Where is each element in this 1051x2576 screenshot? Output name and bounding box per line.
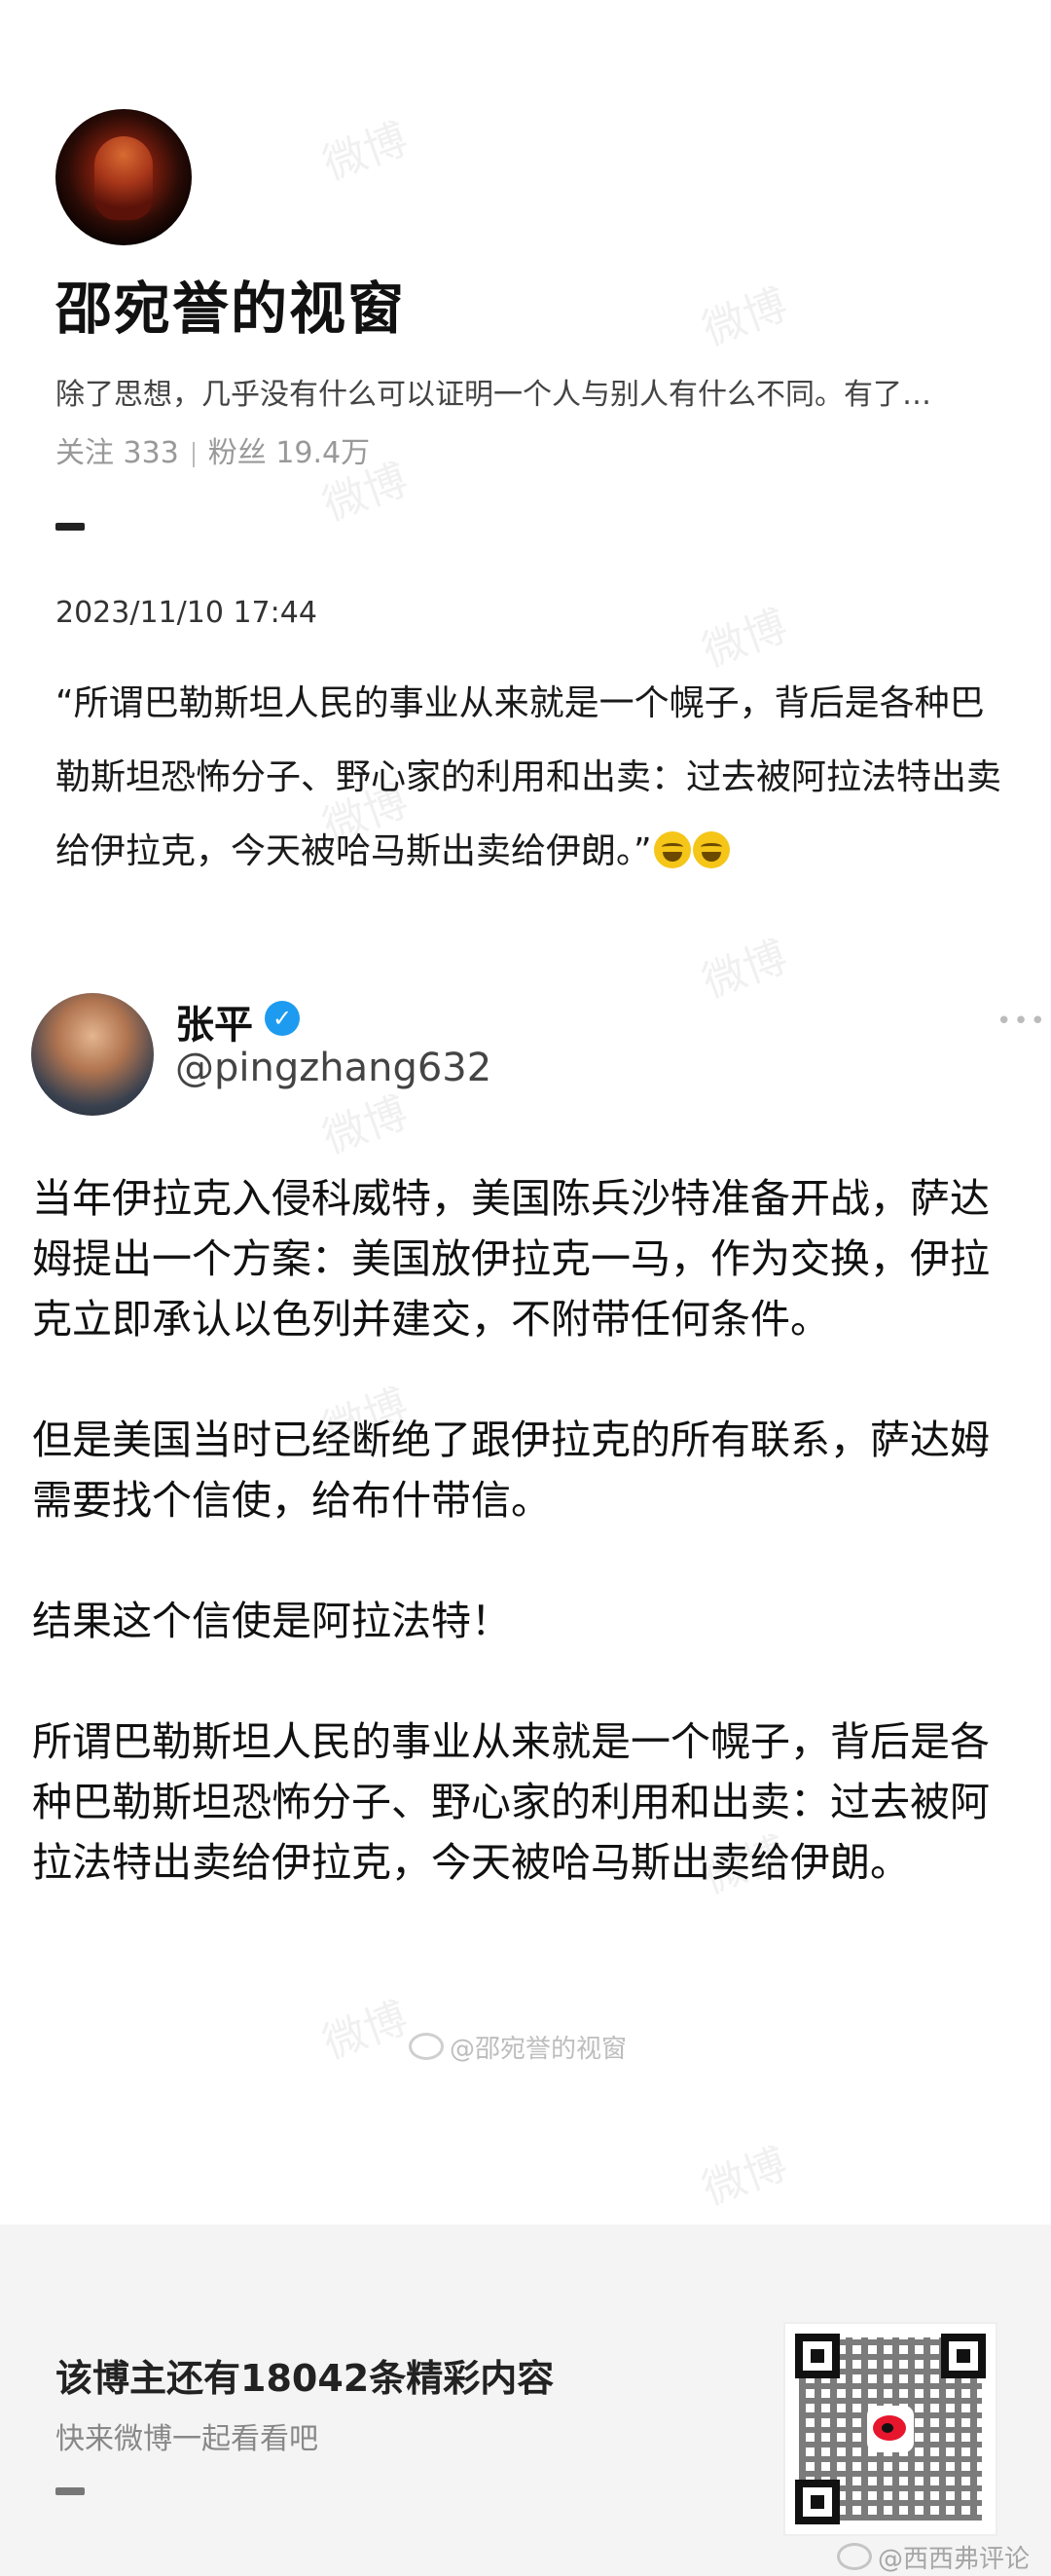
post-text: “所谓巴勒斯坦人民的事业从来就是一个幌子，背后是各种巴勒斯坦恐怖分子、野心家的利… <box>55 667 1009 889</box>
divider-dash <box>55 2487 85 2495</box>
tweet-paragraph: 所谓巴勒斯坦人民的事业从来就是一个幌子，背后是各种巴勒斯坦恐怖分子、野心家的利用… <box>32 1718 990 1886</box>
qr-finder <box>795 2480 840 2524</box>
divider <box>192 441 195 467</box>
watermark-credit: @邵宛誉的视窗 <box>409 2029 627 2065</box>
fans-count[interactable]: 粉丝 19.4万 <box>208 436 370 470</box>
watermark: 微博 <box>696 279 794 356</box>
watermark-credit-text: @邵宛誉的视窗 <box>450 2035 628 2064</box>
tweet-author-avatar[interactable] <box>31 993 154 1116</box>
footer-credit: @西西弗评论 <box>837 2539 1030 2575</box>
tweet-paragraph: 结果这个信使是阿拉法特！ <box>32 1598 511 1644</box>
post-text-body: “所谓巴勒斯坦人民的事业从来就是一个幌子，背后是各种巴勒斯坦恐怖分子、野心家的利… <box>55 683 1002 871</box>
watermark: 微博 <box>316 1993 415 2070</box>
qr-code[interactable] <box>783 2322 997 2536</box>
divider-dash <box>55 523 85 531</box>
qr-finder <box>941 2334 986 2378</box>
watermark: 微博 <box>696 601 794 678</box>
avatar-figure <box>94 136 153 220</box>
weibo-logo-icon <box>837 2543 872 2570</box>
watermark: 微博 <box>696 2139 794 2216</box>
weibo-logo-icon <box>867 2406 914 2452</box>
verified-check-icon: ✓ <box>265 1001 300 1036</box>
weibo-logo-icon <box>409 2033 444 2060</box>
profile-avatar[interactable] <box>55 109 192 245</box>
footer-title[interactable]: 该博主还有18042条精彩内容 <box>55 2348 554 2402</box>
tweet-paragraph: 但是美国当时已经断绝了跟伊拉克的所有联系，萨达姆需要找个信使，给布什带信。 <box>32 1417 990 1524</box>
laugh-cry-emoji-icon <box>692 831 730 868</box>
more-options-icon[interactable]: ••• <box>997 1007 1047 1036</box>
profile-stats: 关注 333 粉丝 19.4万 <box>55 428 370 471</box>
tweet-author-name[interactable]: 张平 <box>175 993 253 1049</box>
profile-bio: 除了思想，几乎没有什么可以证明一个人与别人有什么不同。有了… <box>55 378 931 412</box>
watermark: 微博 <box>696 932 794 1009</box>
tweet-author-handle[interactable]: @pingzhang632 <box>175 1046 491 1090</box>
tweet-paragraph: 当年伊拉克入侵科威特，美国陈兵沙特准备开战，萨达姆提出一个方案：美国放伊拉克一马… <box>32 1175 990 1343</box>
profile-name[interactable]: 邵宛誉的视窗 <box>55 263 406 345</box>
watermark: 微博 <box>316 114 415 191</box>
follow-count[interactable]: 关注 333 <box>55 436 179 470</box>
tweet-body: 当年伊拉克入侵科威特，美国陈兵沙特准备开战，萨达姆提出一个方案：美国放伊拉克一马… <box>32 1168 1025 1953</box>
laugh-cry-emoji-icon <box>653 831 691 868</box>
footer-credit-text: @西西弗评论 <box>878 2545 1031 2574</box>
footer-subtitle: 快来微博一起看看吧 <box>55 2422 318 2456</box>
watermark: 微博 <box>316 1087 415 1164</box>
qr-finder <box>795 2334 840 2378</box>
post-datetime: 2023/11/10 17:44 <box>55 596 317 630</box>
